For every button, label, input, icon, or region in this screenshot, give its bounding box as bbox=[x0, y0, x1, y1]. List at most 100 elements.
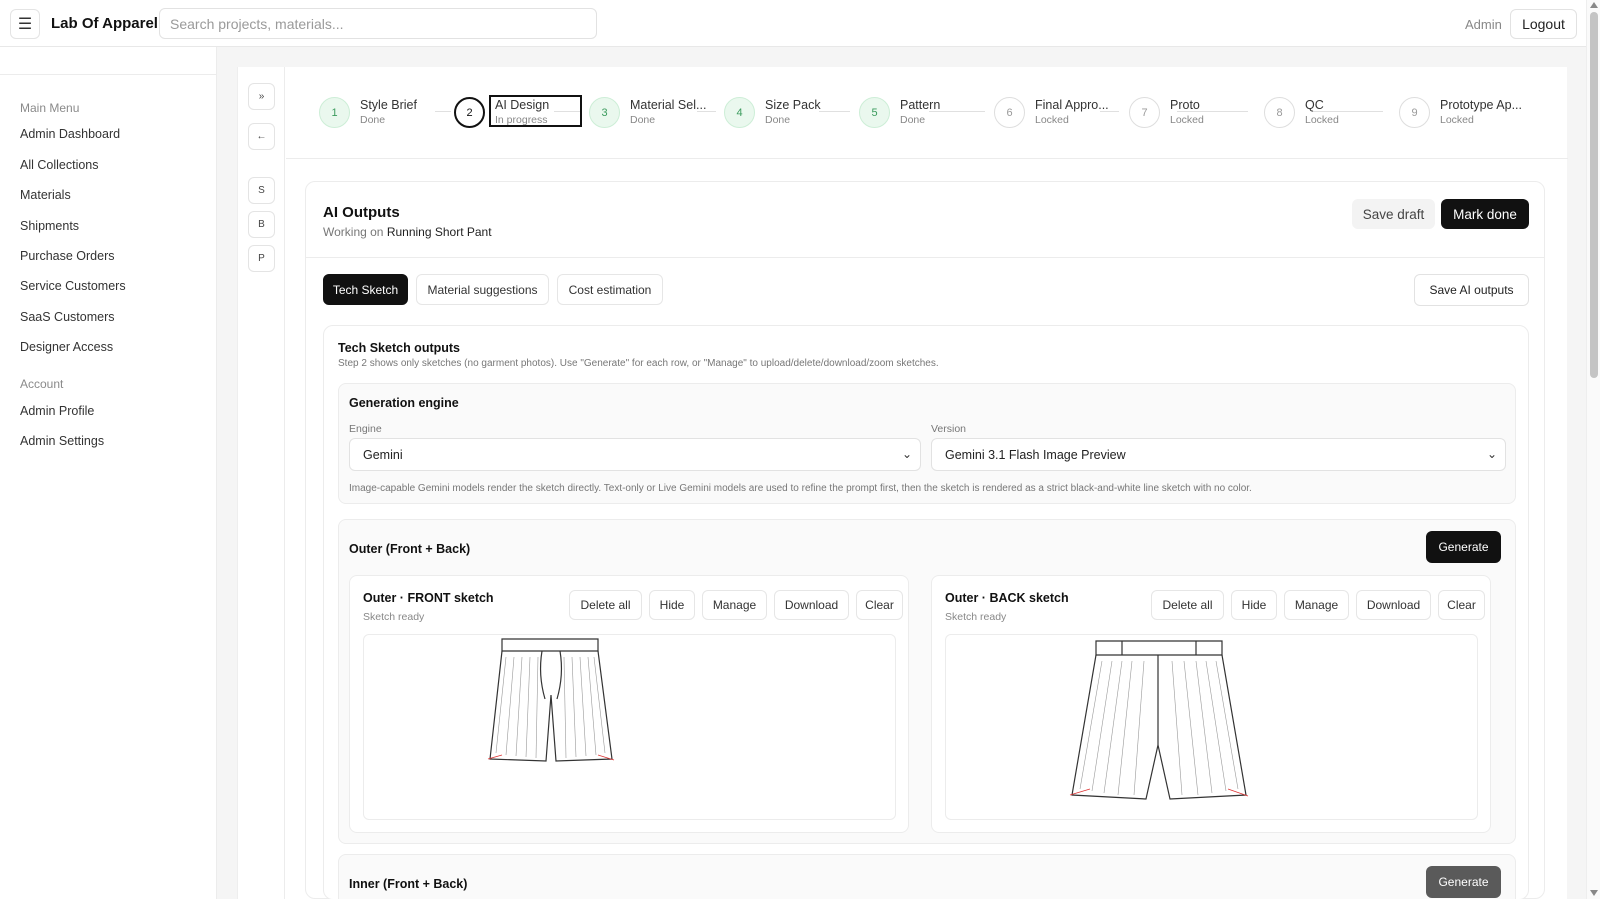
front-sketch-image[interactable] bbox=[363, 634, 896, 820]
step-style-brief[interactable]: 1 Style Brief Done bbox=[319, 95, 429, 129]
sidebar-item-service-customers[interactable]: Service Customers bbox=[20, 279, 126, 293]
step-ai-design[interactable]: 2 AI Design In progress bbox=[454, 95, 582, 129]
sidebar-divider bbox=[0, 74, 216, 75]
top-bar: ☰ Lab Of Apparel Admin Logout bbox=[0, 0, 1586, 47]
sidebar-item-all-collections[interactable]: All Collections bbox=[20, 158, 99, 172]
back-download-button[interactable]: Download bbox=[1356, 590, 1431, 620]
step-title: Final Appro... bbox=[1035, 98, 1109, 112]
mini-nav-item-p[interactable]: P bbox=[248, 245, 275, 272]
step-connector bbox=[819, 111, 850, 112]
save-ai-outputs-button[interactable]: Save AI outputs bbox=[1414, 274, 1529, 306]
scrollbar-thumb[interactable] bbox=[1590, 12, 1598, 378]
sidebar-item-admin-profile[interactable]: Admin Profile bbox=[20, 404, 94, 418]
step-title: QC bbox=[1305, 98, 1324, 112]
step-qc[interactable]: 8 QC Locked bbox=[1264, 95, 1344, 129]
back-sketch-title: Outer · BACK sketch bbox=[945, 591, 1069, 605]
generate-outer-button[interactable]: Generate bbox=[1426, 531, 1501, 563]
tab-tech-sketch[interactable]: Tech Sketch bbox=[323, 274, 408, 305]
back-clear-button[interactable]: Clear bbox=[1438, 590, 1485, 620]
step-material-selection[interactable]: 3 Material Sel... Done bbox=[589, 95, 706, 129]
save-draft-button[interactable]: Save draft bbox=[1352, 199, 1435, 229]
step-title: Prototype Ap... bbox=[1440, 98, 1522, 112]
working-on-label: Working on bbox=[323, 225, 384, 239]
card-divider bbox=[306, 257, 1544, 258]
front-download-button[interactable]: Download bbox=[774, 590, 849, 620]
brand-name: Lab Of Apparel bbox=[51, 15, 158, 32]
sidebar-item-purchase-orders[interactable]: Purchase Orders bbox=[20, 249, 114, 263]
engine-select-value: Gemini bbox=[363, 448, 403, 462]
step-prototype-approval[interactable]: 9 Prototype Ap... Locked bbox=[1399, 95, 1529, 129]
scroll-up-arrow-icon[interactable] bbox=[1590, 2, 1598, 8]
sidebar-item-admin-settings[interactable]: Admin Settings bbox=[20, 434, 104, 448]
step-pattern[interactable]: 5 Pattern Done bbox=[859, 95, 944, 129]
step-number: 4 bbox=[724, 97, 755, 128]
front-delete-all-button[interactable]: Delete all bbox=[569, 590, 642, 620]
tab-cost-estimation[interactable]: Cost estimation bbox=[557, 274, 663, 305]
step-status: Locked bbox=[1440, 114, 1474, 126]
step-number: 7 bbox=[1129, 97, 1160, 128]
front-sketch-status: Sketch ready bbox=[363, 611, 425, 623]
back-manage-button[interactable]: Manage bbox=[1284, 590, 1349, 620]
outer-sketch-section: Outer (Front + Back) Generate Outer · FR… bbox=[338, 519, 1516, 844]
step-status: Locked bbox=[1035, 114, 1069, 126]
step-title: AI Design bbox=[495, 98, 550, 112]
user-name: Admin bbox=[1465, 17, 1502, 32]
front-hide-button[interactable]: Hide bbox=[649, 590, 695, 620]
step-title: Material Sel... bbox=[630, 98, 707, 112]
generation-engine-section: Generation engine Engine Gemini ⌄ Versio… bbox=[338, 383, 1516, 504]
page-scrollbar[interactable] bbox=[1586, 0, 1600, 899]
sidebar-item-admin-dashboard[interactable]: Admin Dashboard bbox=[20, 127, 120, 141]
tech-sketch-title: Tech Sketch outputs bbox=[338, 341, 461, 355]
back-delete-all-button[interactable]: Delete all bbox=[1151, 590, 1224, 620]
search-input[interactable] bbox=[159, 8, 597, 39]
scroll-down-arrow-icon[interactable] bbox=[1590, 890, 1598, 896]
sidebar: Main Menu Admin Dashboard All Collection… bbox=[0, 47, 217, 899]
logout-button[interactable]: Logout bbox=[1510, 9, 1577, 39]
engine-select[interactable]: Gemini ⌄ bbox=[349, 438, 921, 471]
mini-nav-item-b[interactable]: B bbox=[248, 211, 275, 238]
shorts-front-sketch-icon bbox=[487, 638, 615, 762]
back-hide-button[interactable]: Hide bbox=[1231, 590, 1277, 620]
mark-done-button[interactable]: Mark done bbox=[1441, 199, 1529, 229]
step-size-pack[interactable]: 4 Size Pack Done bbox=[724, 95, 821, 129]
expand-icon[interactable]: » bbox=[248, 83, 275, 110]
step-title: Proto bbox=[1170, 98, 1200, 112]
project-name: Running Short Pant bbox=[386, 225, 492, 239]
engine-note: Image-capable Gemini models render the s… bbox=[349, 483, 1252, 494]
step-number: 9 bbox=[1399, 97, 1430, 128]
card-title: AI Outputs bbox=[323, 204, 400, 221]
step-final-approval[interactable]: 6 Final Appro... Locked bbox=[994, 95, 1109, 129]
step-title: Style Brief bbox=[360, 98, 417, 112]
ai-outputs-card: AI Outputs Working on Running Short Pant… bbox=[305, 181, 1545, 899]
inner-sketch-section: Inner (Front + Back) Generate bbox=[338, 854, 1516, 899]
step-proto[interactable]: 7 Proto Locked bbox=[1129, 95, 1209, 129]
outer-section-title: Outer (Front + Back) bbox=[349, 542, 471, 556]
step-status: Locked bbox=[1170, 114, 1204, 126]
mini-nav-item-s[interactable]: S bbox=[248, 177, 275, 204]
inner-section-title: Inner (Front + Back) bbox=[349, 877, 468, 891]
version-select-value: Gemini 3.1 Flash Image Preview bbox=[945, 448, 1126, 462]
generate-inner-button[interactable]: Generate bbox=[1426, 866, 1501, 898]
front-manage-button[interactable]: Manage bbox=[702, 590, 767, 620]
step-status: Done bbox=[360, 114, 386, 126]
hamburger-icon[interactable]: ☰ bbox=[10, 9, 40, 39]
version-select[interactable]: Gemini 3.1 Flash Image Preview ⌄ bbox=[931, 438, 1506, 471]
back-arrow-icon[interactable]: ← bbox=[248, 123, 275, 150]
chevron-down-icon: ⌄ bbox=[1486, 447, 1497, 461]
back-sketch-image[interactable] bbox=[945, 634, 1478, 820]
shorts-back-sketch-icon bbox=[1069, 640, 1249, 800]
sidebar-section-main-menu: Main Menu bbox=[20, 101, 80, 115]
sidebar-item-shipments[interactable]: Shipments bbox=[20, 219, 79, 233]
step-status: Done bbox=[765, 114, 791, 126]
sidebar-item-saas-customers[interactable]: SaaS Customers bbox=[20, 310, 114, 324]
workflow-stepper: 1 Style Brief Done 2 AI Design In progre… bbox=[286, 67, 1568, 159]
step-title: Pattern bbox=[900, 98, 941, 112]
outer-front-sketch-panel: Outer · FRONT sketch Sketch ready Delete… bbox=[349, 575, 909, 833]
back-sketch-status: Sketch ready bbox=[945, 611, 1007, 623]
sidebar-item-designer-access[interactable]: Designer Access bbox=[20, 340, 113, 354]
sidebar-item-materials[interactable]: Materials bbox=[20, 188, 71, 202]
card-subtitle: Working on Running Short Pant bbox=[323, 225, 492, 239]
front-clear-button[interactable]: Clear bbox=[856, 590, 903, 620]
tab-material-suggestions[interactable]: Material suggestions bbox=[416, 274, 549, 305]
step-number: 1 bbox=[319, 97, 350, 128]
